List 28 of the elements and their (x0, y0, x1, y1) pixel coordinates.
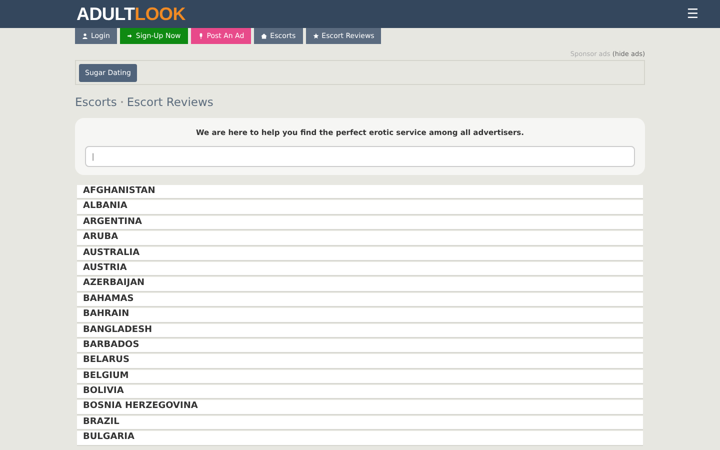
breadcrumb-link[interactable]: Escorts (75, 95, 117, 109)
country-item[interactable]: BULGARIA (77, 431, 643, 445)
country-item[interactable]: BOLIVIA (77, 385, 643, 398)
country-item[interactable]: BELGIUM (77, 370, 643, 384)
home-icon (261, 33, 268, 39)
star-icon (312, 33, 319, 39)
country-item[interactable]: BRAZIL (77, 416, 643, 430)
country-item[interactable]: AZERBAIJAN (77, 277, 643, 291)
country-item[interactable]: AFGHANISTAN (77, 185, 643, 198)
sign-in-icon (126, 33, 133, 39)
country-item[interactable]: BELARUS (77, 354, 643, 368)
country-item[interactable]: BANGLADESH (77, 324, 643, 337)
country-item[interactable]: BOSNIA HERZEGOVINA (77, 400, 643, 414)
breadcrumb-link[interactable]: Escort Reviews (126, 95, 214, 109)
country-item[interactable]: ARUBA (77, 231, 643, 245)
country-item[interactable]: BARBADOS (77, 338, 643, 352)
country-item[interactable]: AUSTRALIA (77, 246, 643, 260)
country-item[interactable]: ALBANIA (77, 200, 643, 214)
logo-word[interactable]: LOOK (134, 4, 186, 24)
logo-word[interactable]: ADULT (76, 4, 135, 24)
separator-dot (120, 101, 123, 103)
country-item[interactable]: BAHRAIN (77, 308, 643, 322)
menu-icon[interactable]: ☰ (686, 6, 698, 22)
search-field[interactable]: | (85, 146, 635, 167)
country-item[interactable]: BAHAMAS (77, 292, 643, 306)
user-icon (82, 33, 88, 39)
country-item[interactable]: AUSTRIA (77, 262, 643, 276)
country-item[interactable]: ARGENTINA (77, 216, 643, 230)
